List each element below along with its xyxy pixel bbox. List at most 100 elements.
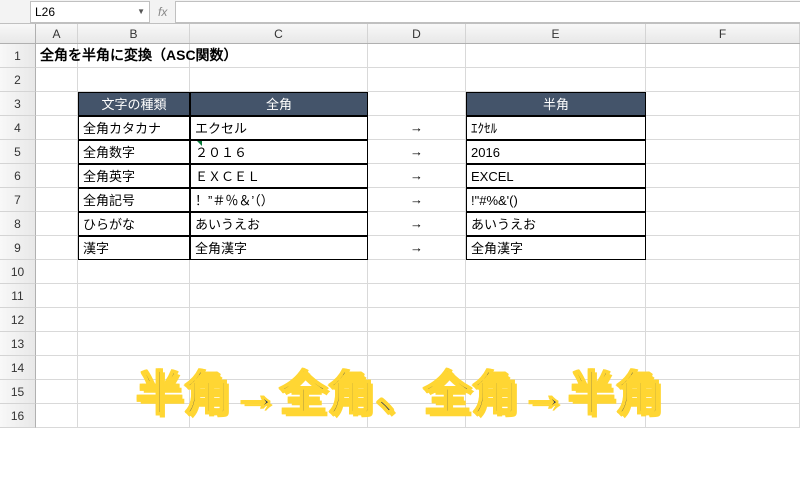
table-cell-type[interactable]: ひらがな xyxy=(78,212,190,236)
cell[interactable] xyxy=(36,332,78,356)
table-cell-full[interactable]: エクセル xyxy=(190,116,368,140)
table-cell-half[interactable]: ｴｸｾﾙ xyxy=(466,116,646,140)
table-cell-type[interactable]: 漢字 xyxy=(78,236,190,260)
cell-F1[interactable] xyxy=(646,44,800,68)
cell-D2[interactable] xyxy=(368,68,466,92)
cell[interactable] xyxy=(466,332,646,356)
arrow-cell[interactable]: → xyxy=(368,164,466,188)
cell-F4[interactable] xyxy=(646,116,800,140)
col-header-A[interactable]: A xyxy=(36,24,78,43)
cell-A1[interactable]: 全角を半角に変換（ASC関数） xyxy=(36,44,78,68)
cell[interactable] xyxy=(368,284,466,308)
cell-F3[interactable] xyxy=(646,92,800,116)
table-cell-half[interactable]: 全角漢字 xyxy=(466,236,646,260)
cell-F2[interactable] xyxy=(646,68,800,92)
arrow-cell[interactable]: → xyxy=(368,116,466,140)
cell[interactable] xyxy=(646,332,800,356)
cell-A6[interactable] xyxy=(36,164,78,188)
col-header-E[interactable]: E xyxy=(466,24,646,43)
cell-F7[interactable] xyxy=(646,188,800,212)
cell[interactable] xyxy=(368,308,466,332)
table-cell-full[interactable]: ！”＃％＆’（） xyxy=(190,188,368,212)
table-header-halfwidth[interactable]: 半角 xyxy=(466,92,646,116)
row-header[interactable]: 11 xyxy=(0,284,36,308)
row-header[interactable]: 10 xyxy=(0,260,36,284)
table-cell-half[interactable]: !"#%&'() xyxy=(466,188,646,212)
name-box[interactable]: L26 ▼ xyxy=(30,1,150,23)
fx-icon[interactable]: fx xyxy=(158,5,167,19)
row-header[interactable]: 7 xyxy=(0,188,36,212)
table-cell-type[interactable]: 全角記号 xyxy=(78,188,190,212)
col-header-B[interactable]: B xyxy=(78,24,190,43)
cell[interactable] xyxy=(466,308,646,332)
cell-F6[interactable] xyxy=(646,164,800,188)
row-header[interactable]: 5 xyxy=(0,140,36,164)
cell[interactable] xyxy=(646,284,800,308)
row-header[interactable]: 4 xyxy=(0,116,36,140)
table-cell-half[interactable]: EXCEL xyxy=(466,164,646,188)
cell-F9[interactable] xyxy=(646,236,800,260)
cell[interactable] xyxy=(466,260,646,284)
cell[interactable] xyxy=(190,308,368,332)
cell[interactable] xyxy=(466,284,646,308)
select-all-corner[interactable] xyxy=(0,24,36,43)
row-header[interactable]: 3 xyxy=(0,92,36,116)
table-cell-type[interactable]: 全角数字 xyxy=(78,140,190,164)
row-header[interactable]: 6 xyxy=(0,164,36,188)
row-header[interactable]: 8 xyxy=(0,212,36,236)
cell-D3[interactable] xyxy=(368,92,466,116)
cell-D1[interactable] xyxy=(368,44,466,68)
cell[interactable] xyxy=(190,260,368,284)
cell-E1[interactable] xyxy=(466,44,646,68)
col-header-D[interactable]: D xyxy=(368,24,466,43)
row-header[interactable]: 13 xyxy=(0,332,36,356)
table-cell-type[interactable]: 全角英字 xyxy=(78,164,190,188)
table-cell-full[interactable]: 全角漢字 xyxy=(190,236,368,260)
cell-E2[interactable] xyxy=(466,68,646,92)
cell-A4[interactable] xyxy=(36,116,78,140)
cell-F8[interactable] xyxy=(646,212,800,236)
row-header[interactable]: 12 xyxy=(0,308,36,332)
col-header-F[interactable]: F xyxy=(646,24,800,43)
cell[interactable] xyxy=(36,260,78,284)
table-header-fullwidth[interactable]: 全角 xyxy=(190,92,368,116)
row-header[interactable]: 9 xyxy=(0,236,36,260)
cell-A8[interactable] xyxy=(36,212,78,236)
cell[interactable] xyxy=(368,332,466,356)
cell[interactable] xyxy=(646,260,800,284)
cell-A9[interactable] xyxy=(36,236,78,260)
formula-input[interactable] xyxy=(175,1,800,23)
cell-A2[interactable] xyxy=(36,68,78,92)
cell-A7[interactable] xyxy=(36,188,78,212)
cell[interactable] xyxy=(368,260,466,284)
arrow-cell[interactable]: → xyxy=(368,236,466,260)
cell-B2[interactable] xyxy=(78,68,190,92)
arrow-cell[interactable]: → xyxy=(368,188,466,212)
table-header-type[interactable]: 文字の種類 xyxy=(78,92,190,116)
table-cell-half[interactable]: 2016 xyxy=(466,140,646,164)
cell[interactable] xyxy=(36,308,78,332)
cell[interactable] xyxy=(78,260,190,284)
table-cell-type[interactable]: 全角カタカナ xyxy=(78,116,190,140)
row-header[interactable]: 1 xyxy=(0,44,36,68)
cell[interactable] xyxy=(646,308,800,332)
cell-F5[interactable] xyxy=(646,140,800,164)
cell[interactable] xyxy=(190,284,368,308)
cell[interactable] xyxy=(78,332,190,356)
cell-A5[interactable] xyxy=(36,140,78,164)
cell-A3[interactable] xyxy=(36,92,78,116)
cell[interactable] xyxy=(36,284,78,308)
cell-C2[interactable] xyxy=(190,68,368,92)
cell[interactable] xyxy=(78,284,190,308)
table-cell-full[interactable]: ＥＸＣＥＬ xyxy=(190,164,368,188)
chevron-down-icon[interactable]: ▼ xyxy=(137,7,145,16)
row-header[interactable]: 2 xyxy=(0,68,36,92)
cell[interactable] xyxy=(78,308,190,332)
table-cell-full[interactable]: あいうえお xyxy=(190,212,368,236)
arrow-cell[interactable]: → xyxy=(368,212,466,236)
col-header-C[interactable]: C xyxy=(190,24,368,43)
table-cell-half[interactable]: あいうえお xyxy=(466,212,646,236)
table-cell-full[interactable]: ２０１６ xyxy=(190,140,368,164)
cell[interactable] xyxy=(190,332,368,356)
arrow-cell[interactable]: → xyxy=(368,140,466,164)
